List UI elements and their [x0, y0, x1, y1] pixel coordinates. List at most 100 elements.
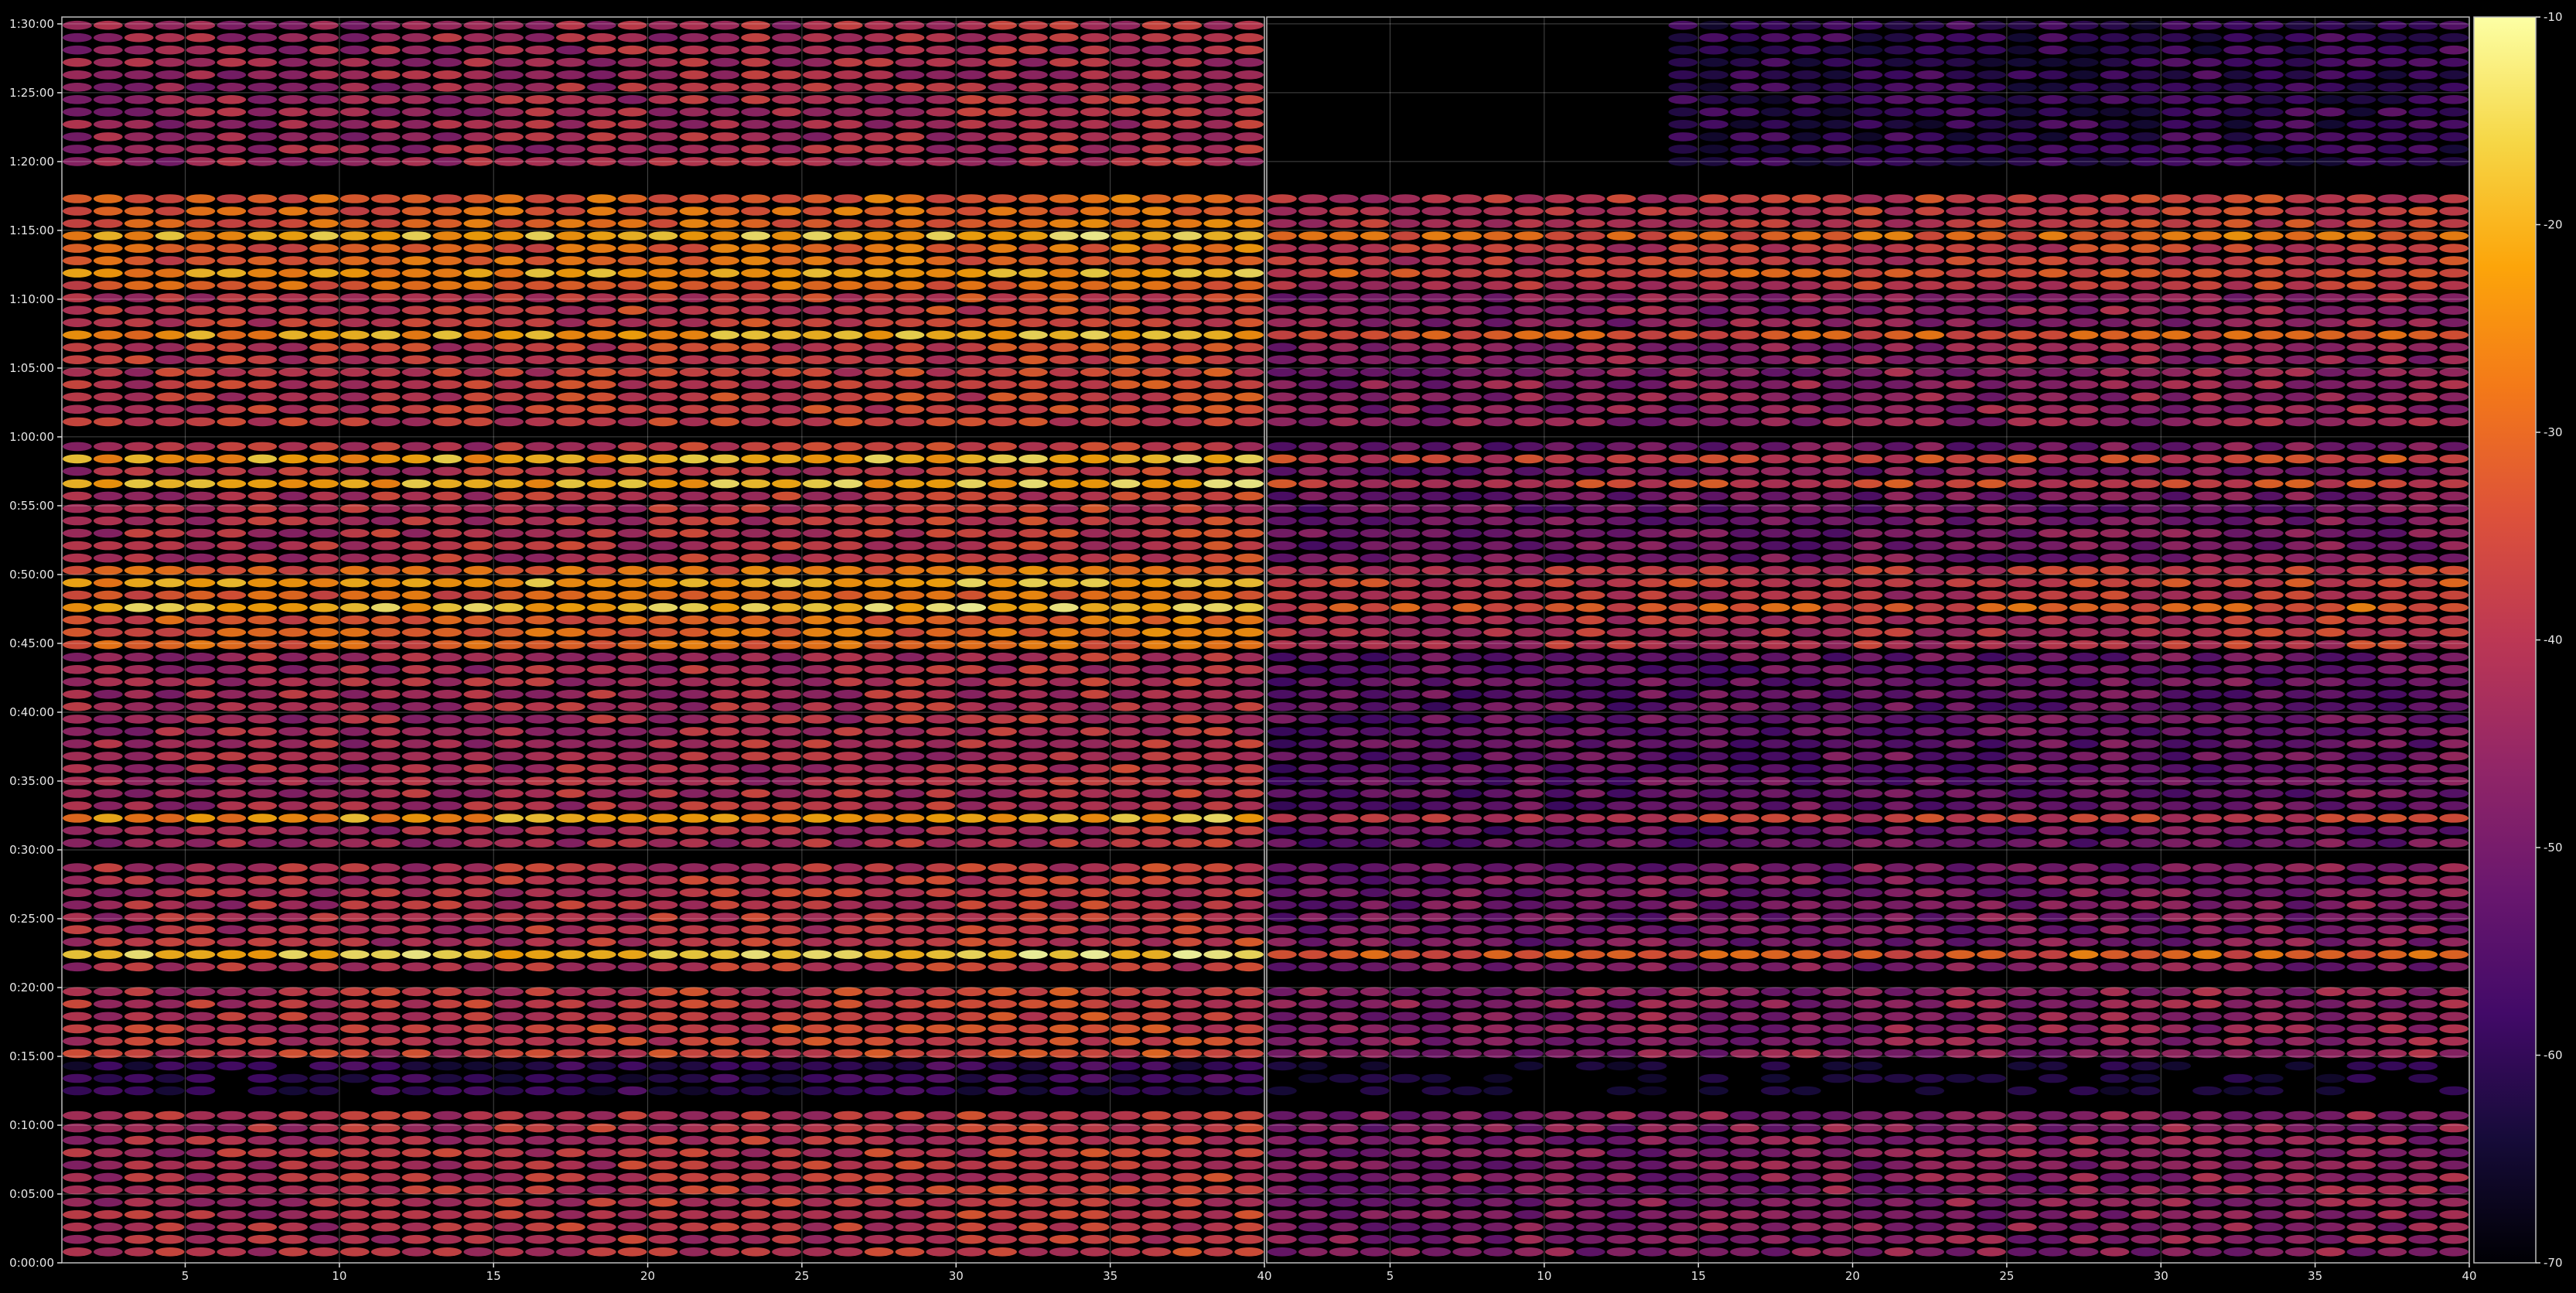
heat-cell [278, 120, 308, 129]
heat-cell [1761, 1073, 1790, 1083]
heat-cell [1329, 863, 1359, 872]
heat-cell [586, 1209, 616, 1220]
heat-cell [401, 900, 432, 909]
heat-cell [833, 702, 863, 711]
heat-cell [833, 454, 863, 464]
heat-cell [617, 640, 647, 650]
heat-cell [401, 132, 432, 142]
heat-cell [309, 442, 339, 452]
heat-cell [93, 1024, 123, 1034]
heat-cell [186, 838, 216, 848]
heat-cell [1977, 1209, 2006, 1220]
heat-cell [1203, 578, 1233, 588]
heat-cell [586, 764, 616, 773]
heat-cell [278, 677, 308, 687]
heat-cell [1637, 1061, 1667, 1071]
heat-cell [2408, 1234, 2438, 1244]
heat-cell [1946, 1185, 1976, 1195]
heat-cell [370, 838, 401, 848]
heat-cell [1018, 194, 1048, 203]
heat-cell [278, 70, 308, 80]
heat-cell [648, 690, 678, 699]
heat-cell [710, 752, 740, 761]
heat-cell [2161, 838, 2192, 848]
heat-cell [63, 553, 92, 563]
heat-cell [525, 863, 554, 872]
heat-cell [803, 653, 832, 662]
heat-cell [2192, 863, 2223, 872]
heat-cell [278, 565, 308, 575]
heat-cell [895, 1123, 925, 1133]
heat-cell [679, 875, 709, 885]
heat-cell [926, 590, 956, 600]
heat-cell [586, 343, 616, 353]
heat-cell [1080, 715, 1110, 724]
heat-cell [1080, 789, 1110, 798]
heat-cell [617, 653, 647, 662]
heat-cell [432, 231, 462, 241]
heat-cell [2038, 1247, 2068, 1257]
heat-cell [1111, 653, 1141, 662]
heat-cell [772, 404, 801, 415]
heat-cell [463, 1160, 493, 1170]
heat-cell [401, 665, 432, 674]
heat-cell [1111, 913, 1141, 922]
heat-cell [1730, 1135, 1759, 1145]
heat-cell [217, 665, 247, 674]
heat-cell [278, 206, 308, 216]
heat-cell [339, 256, 370, 265]
heat-cell [1699, 962, 1729, 972]
heat-cell [309, 367, 339, 377]
heat-cell [401, 925, 432, 934]
heat-cell [1483, 913, 1513, 922]
heat-cell [1946, 1172, 1976, 1182]
heat-cell [339, 32, 370, 43]
heat-cell [1544, 1123, 1575, 1133]
heat-cell [1791, 1209, 1821, 1220]
heat-cell [155, 57, 185, 67]
heat-cell [463, 281, 493, 290]
heat-cell [926, 1234, 956, 1244]
heat-cell [1452, 1148, 1482, 1158]
heat-cell [1111, 491, 1141, 501]
heat-cell [679, 715, 709, 724]
heat-cell [556, 653, 585, 662]
heat-cell [124, 1247, 154, 1257]
heat-cell [401, 627, 432, 637]
heat-cell [803, 925, 832, 934]
heat-cell [864, 801, 894, 810]
heat-cell [432, 404, 462, 415]
heat-cell [803, 999, 832, 1009]
heat-cell [556, 1036, 585, 1046]
heat-cell [1268, 1148, 1297, 1158]
heat-cell [1452, 900, 1482, 909]
heat-cell [525, 590, 554, 600]
heat-cell [586, 1197, 616, 1207]
heat-cell [617, 627, 647, 637]
heat-cell [93, 1086, 123, 1096]
heat-cell [432, 1135, 462, 1145]
heat-cell [1761, 1148, 1790, 1158]
heat-cell [1172, 479, 1203, 489]
heat-cell [2254, 1135, 2284, 1145]
heat-cell [833, 318, 863, 328]
heat-cell [1884, 1234, 1914, 1244]
heat-cell [864, 70, 894, 80]
heat-cell [1080, 57, 1110, 67]
heat-cell [247, 120, 278, 129]
heat-cell [710, 83, 740, 92]
heat-cell [556, 1073, 585, 1083]
heat-cell [1390, 789, 1421, 798]
heat-cell [1637, 1012, 1667, 1022]
heat-cell [186, 528, 216, 538]
heat-cell [833, 70, 863, 80]
heat-cell [1606, 875, 1636, 885]
heat-cell [2192, 826, 2223, 835]
heat-cell [186, 256, 216, 265]
heat-cell [1699, 1086, 1729, 1096]
heat-cell [957, 355, 987, 365]
heat-cell [556, 367, 585, 377]
heat-cell [370, 343, 401, 353]
heat-cell [93, 826, 123, 835]
heat-cell [2315, 814, 2346, 823]
